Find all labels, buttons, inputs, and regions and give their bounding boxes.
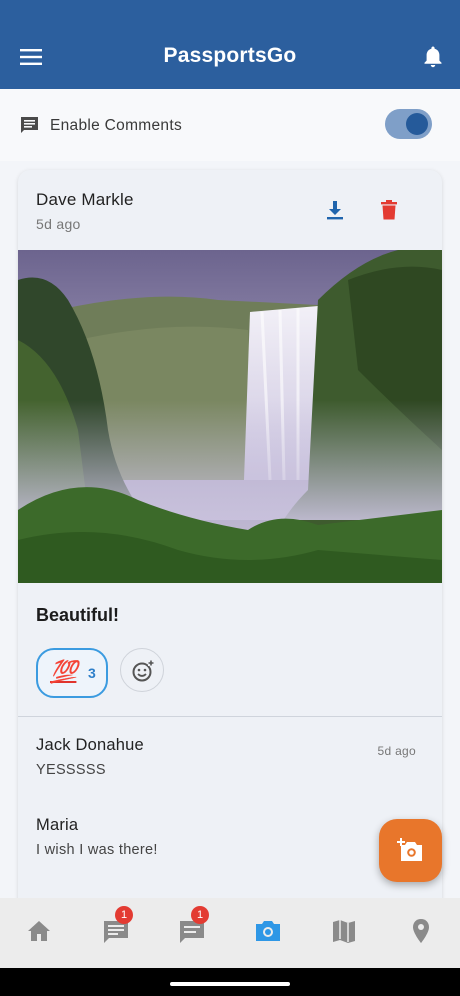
comment-author: Maria <box>36 816 79 834</box>
hundred-points-icon: 💯 <box>50 659 77 684</box>
reaction-count: 3 <box>88 665 96 681</box>
post-time: 5d ago <box>36 216 81 232</box>
comment-text: YESSSSS <box>36 762 106 778</box>
toggle-knob <box>406 113 428 135</box>
add-photo-fab[interactable] <box>379 819 442 882</box>
nav-home[interactable] <box>24 916 54 946</box>
add-reaction-button[interactable] <box>120 648 164 692</box>
trash-icon[interactable] <box>379 199 399 221</box>
app-title: PassportsGo <box>163 44 297 67</box>
location-pin-icon <box>413 919 429 943</box>
comment-item: Jack Donahue YESSSSS 5d ago <box>36 736 426 778</box>
post-caption: Beautiful! <box>36 605 119 625</box>
reaction-chip[interactable]: 💯 3 <box>36 648 108 698</box>
waterfall-photo <box>18 250 442 583</box>
add-emoji-icon <box>132 660 154 682</box>
messages-badge: 1 <box>191 906 209 924</box>
enable-comments-row: Enable Comments <box>0 89 460 161</box>
app-bar: PassportsGo <box>0 0 460 89</box>
nav-messages[interactable]: 1 <box>177 906 209 946</box>
system-navigation-bar <box>0 968 460 996</box>
nav-map[interactable] <box>329 916 359 946</box>
home-indicator[interactable] <box>170 982 290 986</box>
comment-text: I wish I was there! <box>36 842 158 858</box>
bell-icon[interactable] <box>422 45 444 69</box>
comment-time: 5d ago <box>377 744 416 758</box>
divider <box>18 716 442 717</box>
camera-icon <box>256 921 280 941</box>
map-icon <box>333 920 355 943</box>
comment-author: Jack Donahue <box>36 736 144 754</box>
home-icon <box>28 921 50 941</box>
bottom-navigation: 1 1 <box>0 898 460 968</box>
nav-camera[interactable] <box>253 916 283 946</box>
comment-item: Maria I wish I was there! 5 <box>36 816 426 858</box>
enable-comments-label: Enable Comments <box>50 117 183 134</box>
add-photo-icon <box>397 838 422 861</box>
chat-badge: 1 <box>115 906 133 924</box>
nav-chat[interactable]: 1 <box>101 906 133 946</box>
post-card: Dave Markle 5d ago Beautiful! 💯 3 Jack D… <box>18 170 442 930</box>
post-author: Dave Markle <box>36 190 134 209</box>
enable-comments-toggle[interactable] <box>385 109 432 139</box>
comment-icon <box>21 117 38 133</box>
nav-location[interactable] <box>406 916 436 946</box>
download-icon[interactable] <box>325 199 345 221</box>
